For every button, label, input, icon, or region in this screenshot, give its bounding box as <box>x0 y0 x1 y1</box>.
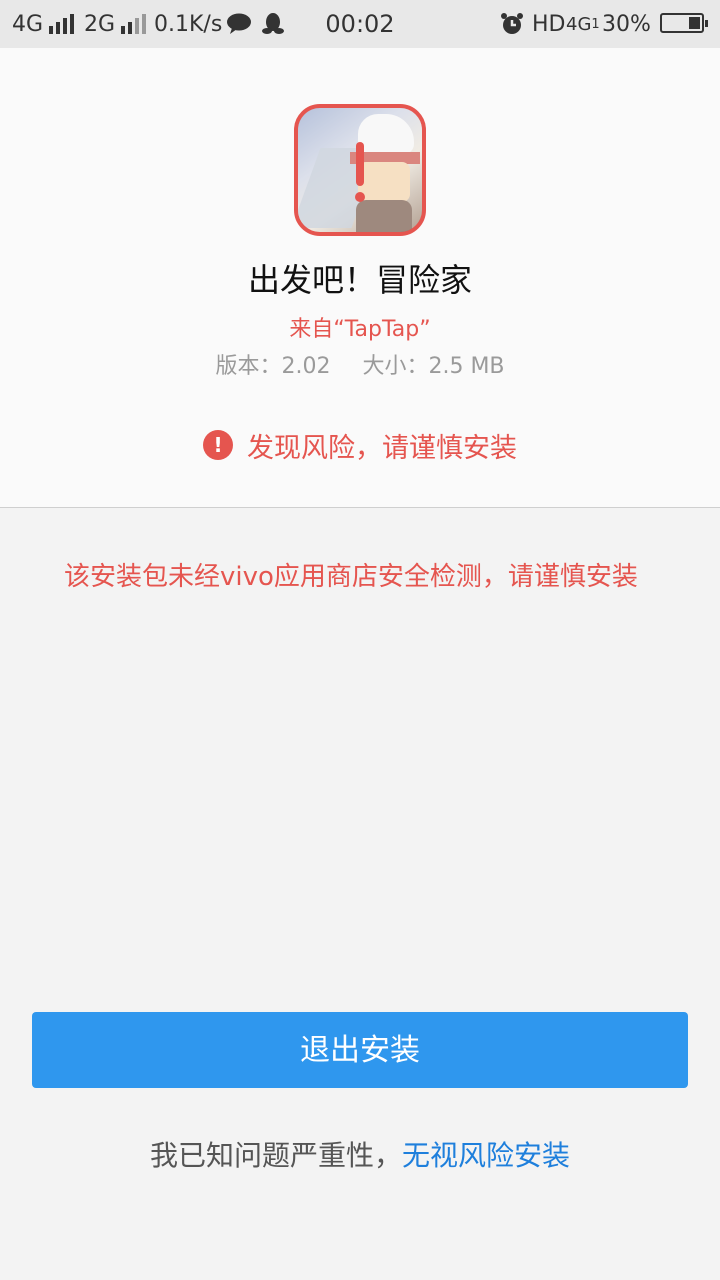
battery-icon <box>660 13 708 33</box>
app-source: 来自“TapTap” <box>289 317 431 342</box>
network-sub: 1 <box>591 16 600 32</box>
hd-indicator: HD <box>532 11 566 37</box>
status-bar: 4G 2G 0.1K/s 00:02 HD 4G 1 30% <box>0 0 720 48</box>
app-size: 大小：2.5 MB <box>362 354 505 379</box>
battery-percent: 30% <box>602 11 651 37</box>
battery-fill <box>689 17 700 29</box>
warning-exclamation-dot <box>355 192 365 202</box>
app-meta: 版本：2.02 大小：2.5 MB <box>0 348 720 380</box>
warning-exclamation-icon <box>356 142 364 186</box>
risk-banner: ! 发现风险，请谨慎安装 <box>0 426 720 464</box>
app-info-panel: 出发吧！冒险家 来自“TapTap” 版本：2.02 大小：2.5 MB ! 发现… <box>0 48 720 508</box>
network-type: 4G 1 <box>566 0 600 48</box>
alarm-clock-icon <box>500 0 524 48</box>
risk-title: 发现风险，请谨慎安装 <box>247 432 517 464</box>
exit-install-button[interactable]: 退出安装 <box>32 1012 688 1088</box>
app-name: 出发吧！冒险家 <box>247 261 472 299</box>
alert-circle-icon: ! <box>203 430 233 460</box>
acknowledgement-text: 我已知问题严重性， <box>149 1139 402 1172</box>
risk-acknowledgement: 我已知问题严重性，无视风险安装 <box>0 1134 720 1174</box>
app-icon <box>294 104 426 236</box>
app-version: 版本：2.02 <box>215 354 331 379</box>
security-warning-text: 该安装包未经vivo应用商店安全检测，请谨慎安装 <box>64 562 638 592</box>
ignore-risk-install-link[interactable]: 无视风险安装 <box>402 1139 570 1172</box>
network-label: 4G <box>566 13 592 35</box>
